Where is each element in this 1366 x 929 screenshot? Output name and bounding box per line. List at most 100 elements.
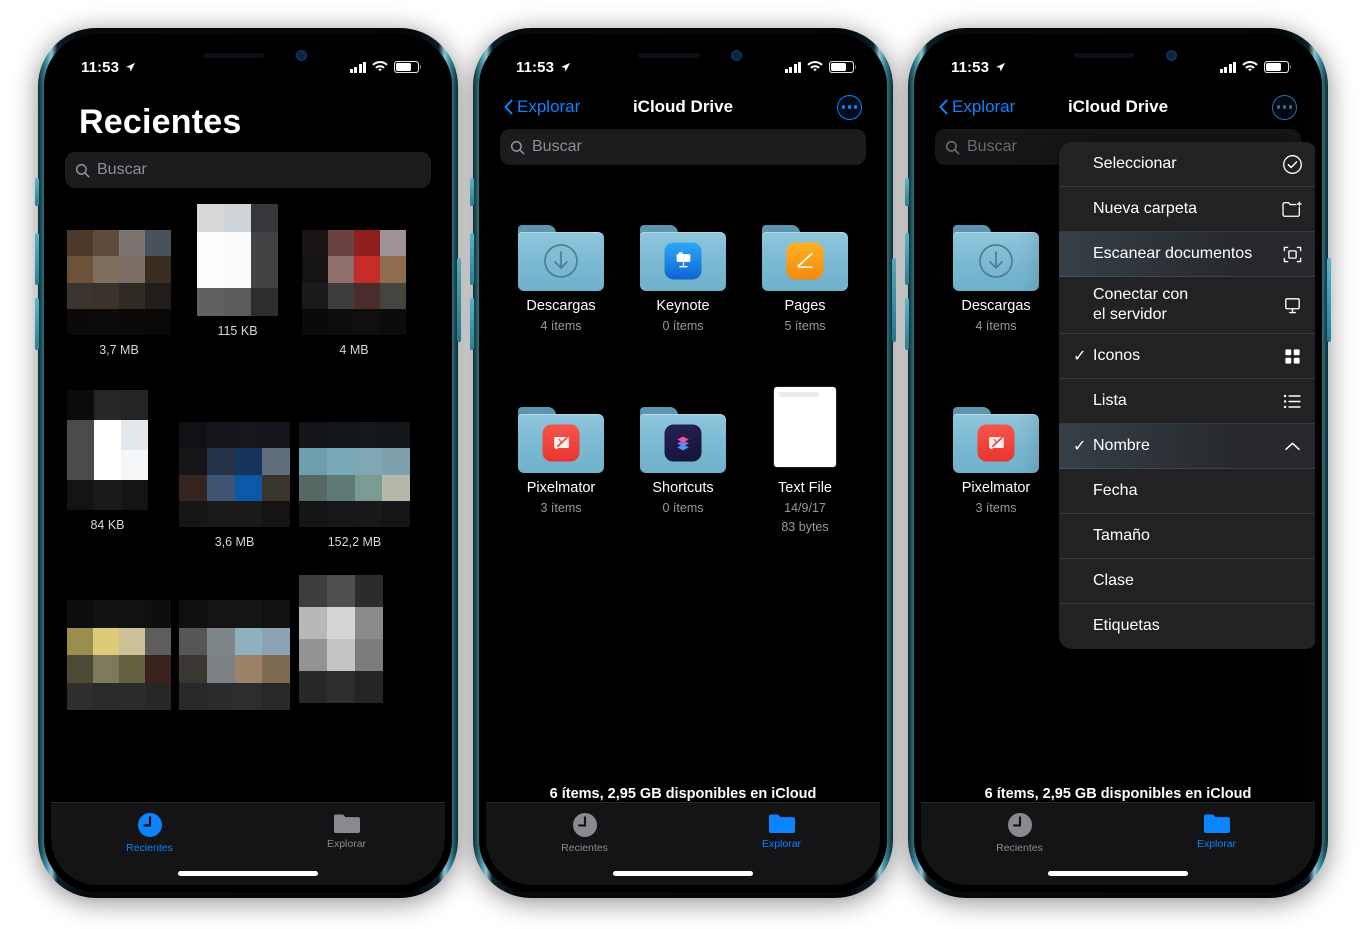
earpiece-speaker — [1073, 53, 1135, 58]
thumbnail — [179, 422, 290, 527]
tab-explorar[interactable]: Explorar — [683, 812, 880, 850]
tab-recientes[interactable]: Recientes — [921, 812, 1118, 854]
menu-item-label: Clase — [1093, 571, 1134, 589]
power-button[interactable] — [892, 258, 896, 342]
item-name: Text File — [778, 480, 832, 497]
menu-item-label: Fecha — [1093, 481, 1138, 499]
list-icon — [1280, 389, 1304, 413]
cellular-bars-icon — [784, 61, 801, 73]
volume-up-button[interactable] — [905, 233, 909, 285]
tab-label: Recientes — [561, 842, 608, 854]
recent-item[interactable]: 152,2 MB — [299, 422, 410, 549]
home-indicator[interactable] — [613, 871, 753, 876]
scan-document-icon — [1280, 242, 1304, 266]
tab-bar: Recientes Explorar — [486, 802, 880, 885]
thumb — [640, 381, 726, 474]
tab-recientes[interactable]: Recientes — [486, 812, 683, 854]
front-camera — [296, 50, 307, 61]
search-input[interactable]: Buscar — [500, 129, 866, 165]
thumbnail — [67, 390, 148, 510]
phone2-screen: 11:53 Explorar iCloud Drive Buscar Desca… — [486, 41, 880, 885]
display-server-icon — [1280, 293, 1304, 317]
grid-item-pixelmator[interactable]: Pixelmator 3 ítems — [937, 381, 1055, 517]
tab-bar: Recientes Explorar — [921, 802, 1315, 885]
phone-recientes: 11:53 Recientes Buscar 3,7 MB 115 KB 4 M… — [35, 28, 461, 898]
menu-item-conectar-servidor[interactable]: Conectar con el servidor — [1059, 277, 1315, 334]
search-container: Buscar — [51, 152, 445, 200]
recent-item[interactable]: 84 KB — [67, 390, 148, 532]
folder-icon — [518, 407, 604, 474]
mute-switch[interactable] — [905, 178, 909, 206]
menu-item-lista[interactable]: Lista — [1059, 379, 1315, 424]
ellipsis-circle-icon[interactable] — [837, 94, 862, 120]
menu-item-nombre[interactable]: ✓ Nombre — [1059, 424, 1315, 469]
menu-item-tamano[interactable]: Tamaño — [1059, 514, 1315, 559]
recent-item[interactable] — [67, 600, 171, 710]
recent-item[interactable]: 3,7 MB — [67, 230, 171, 357]
file-size: 152,2 MB — [327, 535, 382, 549]
tab-explorar[interactable]: Explorar — [1118, 812, 1315, 850]
menu-item-label: Nueva carpeta — [1093, 199, 1198, 217]
front-camera — [1166, 50, 1177, 61]
downloads-folder-icon — [953, 225, 1039, 291]
wifi-icon — [372, 61, 388, 73]
checkmark-circle-icon — [1280, 152, 1304, 176]
keynote-app-icon — [664, 242, 702, 280]
home-indicator[interactable] — [178, 871, 318, 876]
thumb — [518, 381, 604, 474]
nav-bar: Explorar iCloud Drive — [486, 85, 880, 129]
mute-switch[interactable] — [35, 178, 39, 206]
volume-down-button[interactable] — [905, 298, 909, 350]
grid-item-pages[interactable]: Pages 5 ítems — [746, 199, 864, 335]
menu-item-seleccionar[interactable]: Seleccionar — [1059, 142, 1315, 187]
status-time: 11:53 — [951, 58, 990, 76]
recent-item[interactable] — [179, 600, 290, 710]
volume-down-button[interactable] — [35, 298, 39, 350]
battery-icon — [829, 61, 857, 73]
volume-up-button[interactable] — [470, 233, 474, 285]
front-camera — [731, 50, 742, 61]
volume-up-button[interactable] — [35, 233, 39, 285]
home-indicator[interactable] — [1048, 871, 1188, 876]
grid-item-descargas[interactable]: Descargas 4 ítems — [502, 199, 620, 335]
recent-item[interactable]: 4 MB — [302, 230, 406, 357]
empty-icon — [1280, 479, 1304, 503]
search-icon — [75, 163, 90, 178]
search-input[interactable]: Buscar — [65, 152, 431, 188]
status-line: 6 ítems, 2,95 GB disponibles en iCloud — [984, 786, 1252, 802]
grid-item-text-file[interactable]: Text File 14/9/17 83 bytes — [746, 381, 864, 536]
back-button[interactable]: Explorar — [939, 97, 1015, 117]
folder-icon — [1203, 812, 1231, 834]
menu-item-fecha[interactable]: Fecha — [1059, 469, 1315, 514]
nav-bar: Explorar iCloud Drive — [921, 85, 1315, 129]
menu-item-clase[interactable]: Clase — [1059, 559, 1315, 604]
menu-item-nueva-carpeta[interactable]: Nueva carpeta — [1059, 187, 1315, 232]
grid-item-descargas[interactable]: Descargas 4 ítems — [937, 199, 1055, 335]
power-button[interactable] — [1327, 258, 1331, 342]
thumbnail — [179, 600, 290, 710]
recent-item[interactable]: 115 KB — [197, 204, 278, 338]
recent-item[interactable] — [299, 575, 383, 703]
grid-item-pixelmator[interactable]: Pixelmator 3 ítems — [502, 381, 620, 536]
power-button[interactable] — [457, 258, 461, 342]
grid-item-keynote[interactable]: Keynote 0 ítems — [624, 199, 742, 335]
ellipsis-circle-icon[interactable] — [1272, 94, 1297, 120]
recent-item[interactable]: 3,6 MB — [179, 422, 290, 549]
menu-item-iconos[interactable]: ✓ Iconos — [1059, 334, 1315, 379]
volume-down-button[interactable] — [470, 298, 474, 350]
tab-recientes[interactable]: Recientes — [51, 812, 248, 854]
notch — [1013, 41, 1223, 72]
menu-item-etiquetas[interactable]: Etiquetas — [1059, 604, 1315, 649]
pixelmator-app-icon — [542, 424, 580, 462]
menu-item-label: Iconos — [1093, 346, 1141, 364]
item-name: Pixelmator — [526, 480, 596, 497]
mute-switch[interactable] — [470, 178, 474, 206]
tab-explorar[interactable]: Explorar — [248, 812, 445, 850]
wifi-icon — [807, 61, 823, 73]
grid-item-shortcuts[interactable]: Shortcuts 0 ítems — [624, 381, 742, 536]
thumbnail — [299, 575, 383, 703]
back-button[interactable]: Explorar — [504, 97, 580, 117]
recents-grid: 3,7 MB 115 KB 4 MB 84 KB 3,6 MB 152,2 MB — [51, 200, 445, 760]
item-name: Keynote — [656, 298, 710, 314]
menu-item-escanear-documentos[interactable]: Escanear documentos — [1059, 232, 1315, 277]
